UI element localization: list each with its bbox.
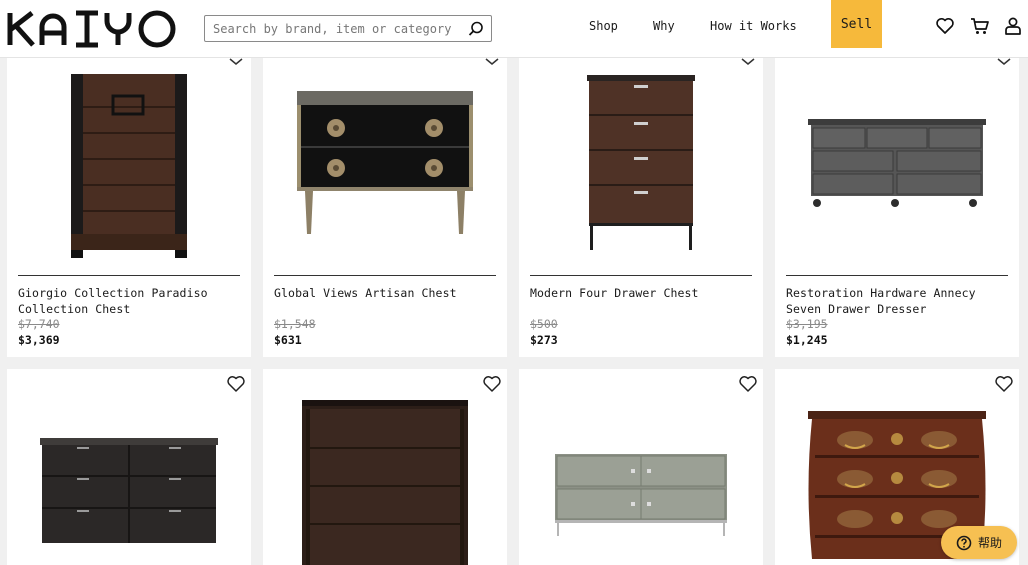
search-icon[interactable] <box>467 20 485 38</box>
product-card[interactable] <box>263 369 507 565</box>
divider <box>18 275 240 276</box>
sale-price: $273 <box>530 333 558 347</box>
help-button[interactable]: 帮助 <box>941 526 1017 559</box>
user-icon[interactable] <box>1003 16 1023 36</box>
product-card[interactable] <box>519 369 763 565</box>
sale-price: $3,369 <box>18 333 60 347</box>
product-card[interactable]: Giorgio Collection Paradiso Collection C… <box>7 58 251 357</box>
divider <box>786 275 1008 276</box>
product-name[interactable]: Giorgio Collection Paradiso Collection C… <box>18 285 240 317</box>
divider <box>274 275 496 276</box>
kaiyo-logo[interactable] <box>6 9 178 49</box>
search-input[interactable] <box>213 20 463 38</box>
product-name[interactable]: Modern Four Drawer Chest <box>530 285 752 301</box>
cart-icon[interactable] <box>970 16 990 36</box>
search-box[interactable] <box>204 15 492 42</box>
original-price: $7,740 <box>18 317 60 331</box>
product-image[interactable] <box>519 369 763 565</box>
sale-price: $631 <box>274 333 302 347</box>
product-image[interactable] <box>263 369 507 565</box>
help-button-label: 帮助 <box>977 536 1002 550</box>
product-card[interactable] <box>7 369 251 565</box>
product-image[interactable] <box>7 369 251 565</box>
heart-icon[interactable] <box>935 16 955 36</box>
sell-button[interactable]: Sell <box>831 0 882 48</box>
sale-price: $1,245 <box>786 333 828 347</box>
original-price: $1,548 <box>274 317 316 331</box>
nav-how-it-works[interactable]: How it Works <box>710 19 797 33</box>
product-image[interactable] <box>7 58 251 268</box>
product-card[interactable]: Restoration Hardware Annecy Seven Drawer… <box>775 58 1019 357</box>
divider <box>530 275 752 276</box>
product-card[interactable]: Modern Four Drawer Chest $500 $273 <box>519 58 763 357</box>
original-price: $3,195 <box>786 317 828 331</box>
product-image[interactable] <box>775 58 1019 268</box>
product-image[interactable] <box>519 58 763 268</box>
product-image[interactable] <box>263 58 507 268</box>
product-card[interactable]: Global Views Artisan Chest $1,548 $631 <box>263 58 507 357</box>
sell-button-label: Sell <box>840 16 873 32</box>
nav-why[interactable]: Why <box>653 19 675 33</box>
product-name[interactable]: Global Views Artisan Chest <box>274 285 496 301</box>
site-header: Shop Why How it Works Sell <box>0 0 1028 58</box>
original-price: $500 <box>530 317 558 331</box>
question-icon <box>956 535 972 550</box>
product-name[interactable]: Restoration Hardware Annecy Seven Drawer… <box>786 285 1008 317</box>
nav-shop[interactable]: Shop <box>589 19 618 33</box>
